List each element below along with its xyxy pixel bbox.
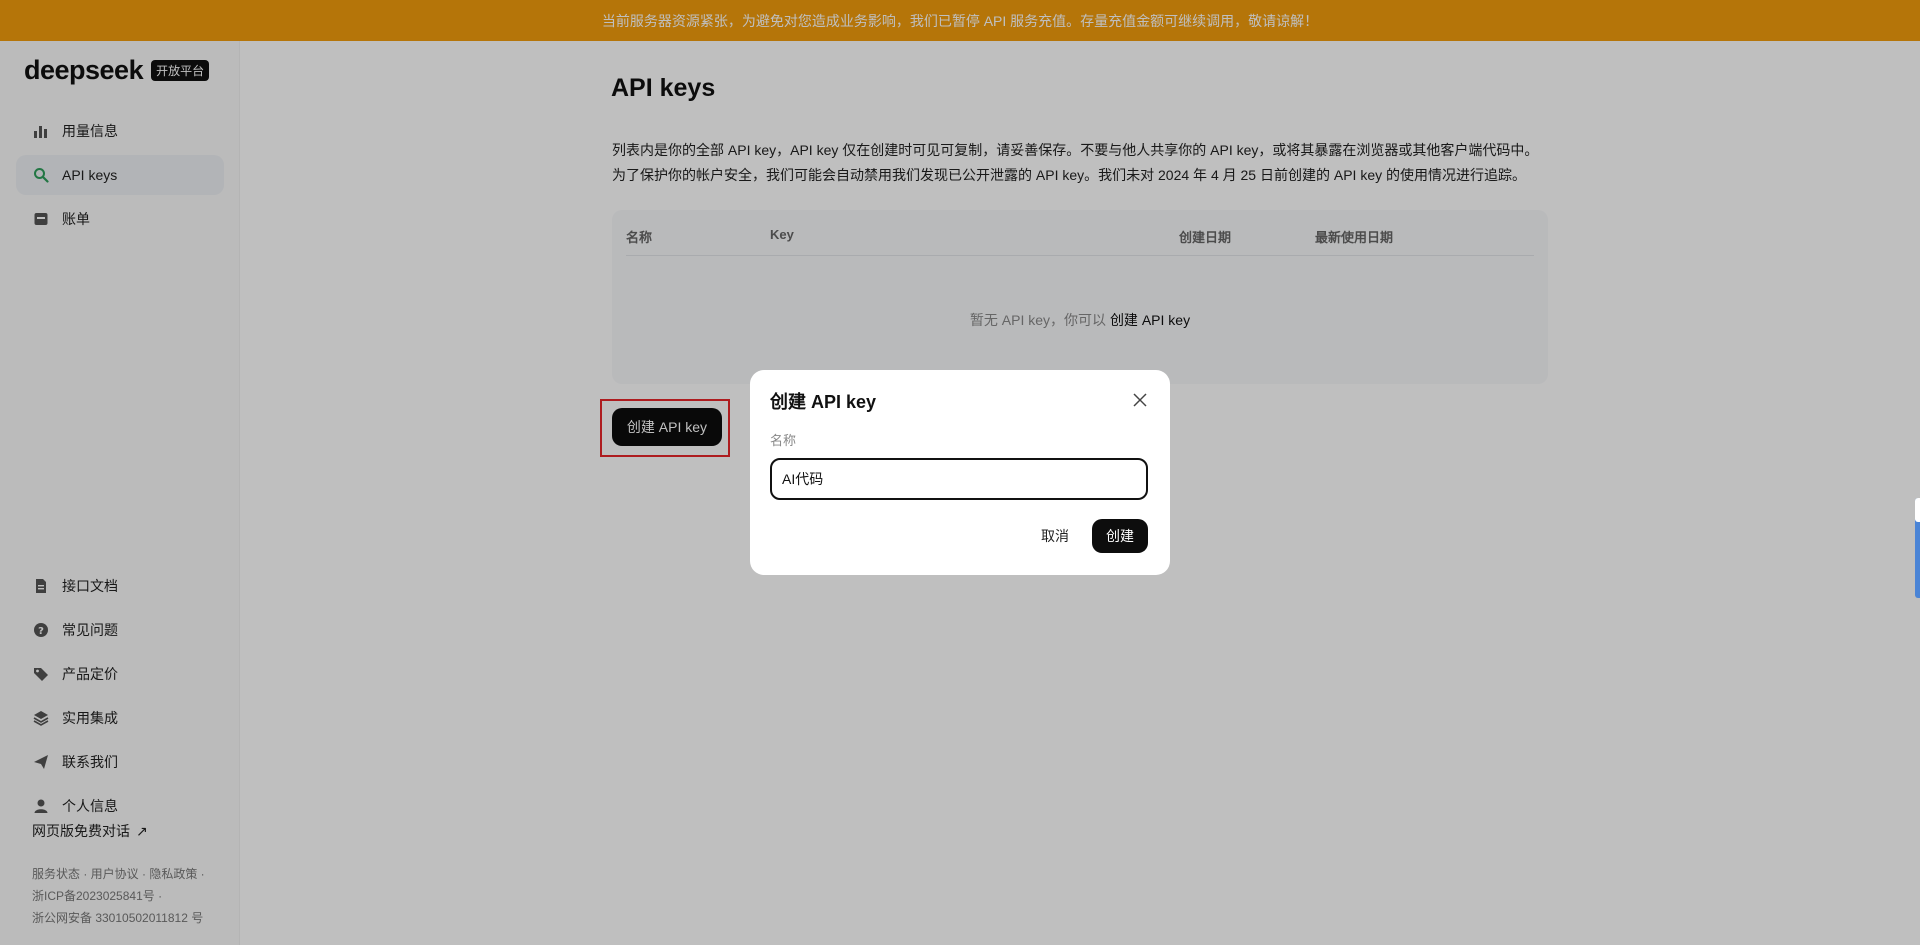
dialog-title: 创建 API key — [770, 392, 877, 412]
confirm-create-button[interactable]: 创建 — [1092, 519, 1148, 553]
close-icon — [1133, 393, 1147, 407]
name-input[interactable] — [770, 458, 1148, 500]
cancel-button[interactable]: 取消 — [1030, 519, 1080, 553]
name-field-label: 名称 — [770, 433, 797, 448]
close-button[interactable] — [1130, 390, 1150, 410]
create-api-key-dialog: 创建 API key 名称 取消 创建 — [750, 370, 1170, 575]
side-feedback-tab-top — [1915, 498, 1920, 522]
